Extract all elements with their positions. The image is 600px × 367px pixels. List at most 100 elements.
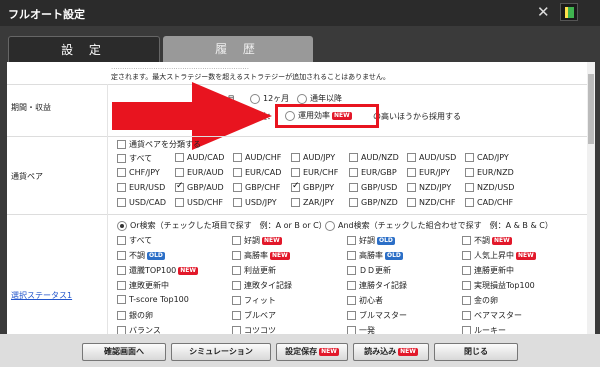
currency-pair-option[interactable]: NZD/USD: [465, 183, 514, 192]
checkbox[interactable]: [232, 236, 241, 245]
currency-pair-option[interactable]: NZD/JPY: [407, 183, 451, 192]
checkbox[interactable]: [465, 153, 474, 162]
tab-settings[interactable]: 設 定: [8, 36, 160, 62]
status-option[interactable]: バランス: [117, 325, 161, 334]
checkbox[interactable]: [117, 311, 126, 320]
currency-pair-option[interactable]: EUR/NZD: [465, 168, 514, 177]
currency-pair-option[interactable]: EUR/USD: [117, 183, 165, 192]
status-option[interactable]: 一発: [347, 325, 375, 334]
checkbox[interactable]: [233, 153, 242, 162]
currency-pair-option[interactable]: AUD/JPY: [291, 153, 335, 162]
checkbox[interactable]: [462, 296, 471, 305]
status-option[interactable]: 金の卵: [462, 295, 498, 306]
checkbox[interactable]: [349, 183, 358, 192]
status-option[interactable]: 好調 NEW: [232, 235, 282, 246]
radio-and-search[interactable]: [325, 220, 335, 231]
checkbox[interactable]: [175, 153, 184, 162]
checkbox[interactable]: [232, 266, 241, 275]
confirm-button[interactable]: 確認画面へ: [82, 343, 166, 361]
currency-pair-option[interactable]: EUR/GBP: [349, 168, 397, 177]
status-option[interactable]: 初心者: [347, 295, 383, 306]
status-option[interactable]: 連敗更新中: [117, 280, 169, 291]
checkbox[interactable]: [347, 266, 356, 275]
status-option[interactable]: ＤＤ更新: [347, 265, 391, 276]
checkbox[interactable]: [117, 281, 126, 290]
status-option[interactable]: 利益更新: [232, 265, 276, 276]
currency-pair-option[interactable]: GBP/JPY: [291, 181, 334, 192]
currency-pair-option[interactable]: EUR/CAD: [233, 168, 281, 177]
checkbox[interactable]: [117, 198, 126, 207]
status-option[interactable]: フィット: [232, 295, 276, 306]
and-search-option[interactable]: And検索（チェックした組合わせで探す 例：A & B & C）: [325, 220, 553, 231]
currency-pair-option[interactable]: CAD/CHF: [465, 198, 513, 207]
status-option[interactable]: 銀の卵: [117, 310, 153, 321]
checkbox[interactable]: [407, 198, 416, 207]
status-option[interactable]: 好調 OLD: [347, 235, 395, 246]
checkbox[interactable]: [117, 168, 126, 177]
checkbox[interactable]: [175, 198, 184, 207]
checkbox[interactable]: [233, 183, 242, 192]
checkbox[interactable]: [291, 153, 300, 162]
radio-or-search[interactable]: [117, 220, 127, 231]
checkbox[interactable]: [232, 326, 241, 334]
currency-pair-option[interactable]: EUR/CHF: [291, 168, 338, 177]
currency-pair-option[interactable]: USD/JPY: [233, 198, 277, 207]
checkbox[interactable]: [407, 153, 416, 162]
checkbox[interactable]: [117, 326, 126, 334]
checkbox[interactable]: [233, 168, 242, 177]
checkbox[interactable]: [117, 140, 126, 149]
checkbox[interactable]: [347, 236, 356, 245]
checkbox[interactable]: [291, 198, 300, 207]
currency-pair-option[interactable]: GBP/CHF: [233, 183, 280, 192]
checkbox[interactable]: [291, 168, 300, 177]
currency-pair-option[interactable]: EUR/AUD: [175, 168, 224, 177]
currency-pair-option[interactable]: AUD/CAD: [175, 153, 224, 162]
status-option[interactable]: 不調 NEW: [462, 235, 512, 246]
checkbox[interactable]: [117, 295, 126, 304]
status-option[interactable]: ルーキー: [462, 325, 506, 334]
simulation-button[interactable]: シミュレーション: [171, 343, 271, 361]
checkbox[interactable]: [465, 168, 474, 177]
checkbox[interactable]: [462, 326, 471, 334]
period-option-all[interactable]: 通年以降: [297, 93, 342, 104]
checkbox[interactable]: [462, 236, 471, 245]
status-option[interactable]: ブルマスター: [347, 310, 407, 321]
checkbox[interactable]: [232, 311, 241, 320]
currency-pair-option[interactable]: AUD/CHF: [233, 153, 281, 162]
close-button[interactable]: 閉じる: [434, 343, 518, 361]
currency-pair-option[interactable]: USD/CHF: [175, 198, 223, 207]
checkbox[interactable]: [347, 326, 356, 334]
tab-history[interactable]: 履 歴: [163, 36, 313, 62]
radio-all[interactable]: [297, 93, 307, 104]
status-option[interactable]: 連勝更新中: [462, 265, 514, 276]
status-option[interactable]: すべて: [117, 235, 152, 246]
status-option[interactable]: 高勝率 NEW: [232, 250, 290, 261]
checkbox[interactable]: [117, 266, 126, 275]
currency-pair-option[interactable]: GBP/USD: [349, 183, 397, 192]
checkbox[interactable]: [462, 281, 471, 290]
or-search-option[interactable]: Or検索（チェックした項目で探す 例：A or B or C）: [117, 220, 327, 231]
currency-pair-option[interactable]: AUD/USD: [407, 153, 456, 162]
status-option[interactable]: 還騰TOP100 NEW: [117, 265, 199, 276]
checkbox[interactable]: [117, 251, 126, 260]
close-icon[interactable]: ✕: [537, 4, 550, 20]
status-option[interactable]: ブルベア: [232, 310, 276, 321]
currency-pair-option[interactable]: CAD/JPY: [465, 153, 509, 162]
currency-pair-option[interactable]: USD/CAD: [117, 198, 166, 207]
currency-pair-option[interactable]: CHF/JPY: [117, 168, 160, 177]
checkbox[interactable]: [462, 266, 471, 275]
checkbox[interactable]: [407, 168, 416, 177]
status-option[interactable]: 人気上昇中 NEW: [462, 250, 536, 261]
status-option[interactable]: コツコツ: [232, 325, 276, 334]
status-label-link[interactable]: 選択ステータス1: [11, 290, 72, 301]
checkbox[interactable]: [175, 168, 184, 177]
status-option[interactable]: ベアマスター: [462, 310, 522, 321]
checkbox[interactable]: [462, 251, 471, 260]
currency-pair-option[interactable]: AUD/NZD: [349, 153, 399, 162]
checkbox[interactable]: [117, 183, 126, 192]
save-settings-button[interactable]: 設定保存 NEW: [276, 343, 348, 361]
checkbox[interactable]: [465, 183, 474, 192]
checkbox[interactable]: [407, 183, 416, 192]
checkbox[interactable]: [117, 154, 126, 163]
status-option[interactable]: 不調 OLD: [117, 250, 165, 261]
